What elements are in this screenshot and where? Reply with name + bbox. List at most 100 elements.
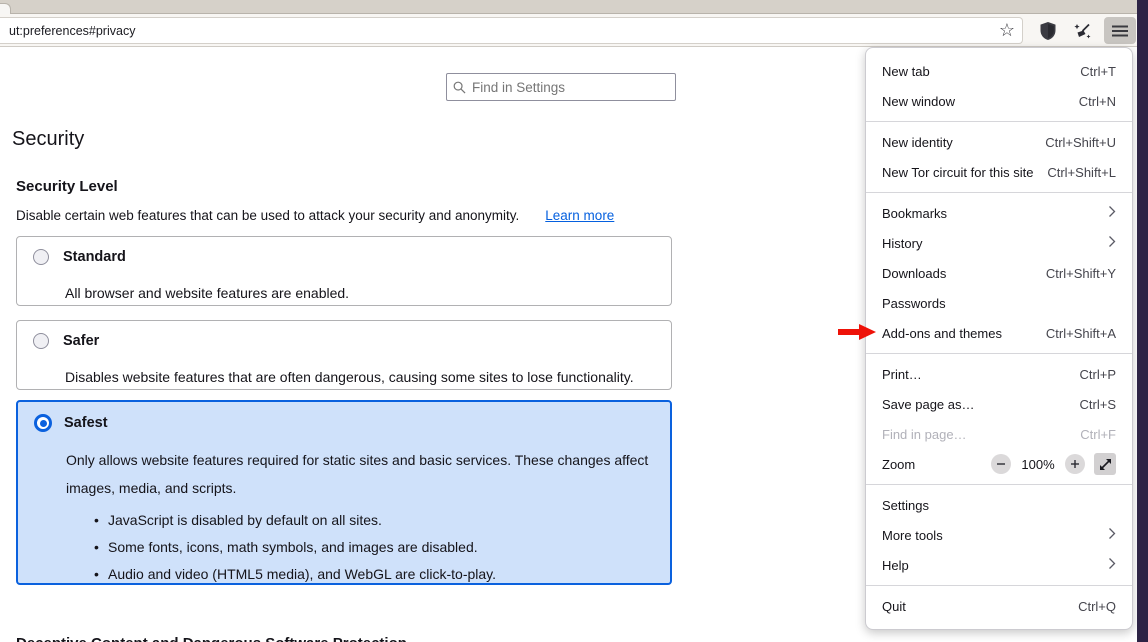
- menu-item-shortcut: Ctrl+S: [1080, 397, 1116, 412]
- browser-tab[interactable]: [0, 3, 11, 14]
- menu-item-label: New identity: [882, 135, 953, 150]
- plus-icon: [1070, 459, 1080, 469]
- bookmark-star-icon[interactable]: ☆: [992, 20, 1022, 41]
- menu-item-label: Find in page…: [882, 427, 967, 442]
- menu-item-shortcut: Ctrl+P: [1080, 367, 1116, 382]
- chevron-right-icon: [1108, 235, 1116, 248]
- menu-item-passwords[interactable]: Passwords: [866, 288, 1132, 318]
- navigation-toolbar: ut:preferences#privacy ☆: [0, 14, 1137, 47]
- menu-separator: [866, 353, 1132, 354]
- menu-item-label: Bookmarks: [882, 206, 947, 221]
- url-text[interactable]: ut:preferences#privacy: [0, 24, 992, 38]
- menu-item-more-tools[interactable]: More tools: [866, 520, 1132, 550]
- zoom-out-button[interactable]: [991, 454, 1011, 474]
- menu-item-shortcut: Ctrl+Shift+A: [1046, 326, 1116, 341]
- security-level-button[interactable]: [1033, 17, 1063, 44]
- menu-item-save-page-as[interactable]: Save page as… Ctrl+S: [866, 389, 1132, 419]
- menu-item-bookmarks[interactable]: Bookmarks: [866, 198, 1132, 228]
- option-card-safest[interactable]: Safest Only allows website features requi…: [16, 400, 672, 585]
- tab-strip: [0, 0, 1137, 14]
- menu-item-help[interactable]: Help: [866, 550, 1132, 580]
- zoom-controls: 100%: [991, 453, 1116, 475]
- menu-item-zoom[interactable]: Zoom 100%: [866, 449, 1132, 479]
- menu-separator: [866, 484, 1132, 485]
- settings-search[interactable]: [446, 73, 676, 101]
- menu-item-label: Save page as…: [882, 397, 975, 412]
- submenu-chevron: [1108, 205, 1116, 221]
- menu-item-shortcut: Ctrl+F: [1080, 427, 1116, 442]
- menu-item-new-tor-circuit-for-this-site[interactable]: New Tor circuit for this siteCtrl+Shift+…: [866, 157, 1132, 187]
- option-bullet: Some fonts, icons, math symbols, and ima…: [94, 534, 654, 561]
- option-description: All browser and website features are ena…: [65, 279, 651, 307]
- menu-item-label: New tab: [882, 64, 930, 79]
- option-card-standard[interactable]: Standard All browser and website features…: [16, 236, 672, 306]
- radio-safest[interactable]: [34, 414, 52, 432]
- menu-item-shortcut: Ctrl+Shift+Y: [1046, 266, 1116, 281]
- zoom-in-button[interactable]: [1065, 454, 1085, 474]
- menu-item-new-identity[interactable]: New identity Ctrl+Shift+U: [866, 127, 1132, 157]
- chevron-right-icon: [1108, 527, 1116, 540]
- new-identity-button[interactable]: [1068, 17, 1098, 44]
- option-label: Safer: [63, 333, 99, 349]
- menu-item-shortcut: Ctrl+Shift+U: [1045, 135, 1116, 150]
- section-title: Security Level: [16, 178, 118, 195]
- menu-item-history[interactable]: History: [866, 228, 1132, 258]
- submenu-chevron: [1108, 557, 1116, 573]
- search-input[interactable]: [472, 80, 669, 95]
- option-bullet-list: JavaScript is disabled by default on all…: [94, 507, 654, 588]
- menu-item-label: History: [882, 236, 922, 251]
- annotation-arrow: [838, 324, 876, 340]
- menu-item-shortcut: Ctrl+N: [1079, 94, 1116, 109]
- search-icon: [453, 81, 466, 94]
- radio-safer[interactable]: [33, 333, 49, 349]
- menu-item-new-tab[interactable]: New tab Ctrl+T: [866, 56, 1132, 86]
- url-bar[interactable]: ut:preferences#privacy ☆: [0, 17, 1023, 44]
- menu-item-shortcut: Ctrl+Shift+L: [1047, 165, 1116, 180]
- menu-item-settings[interactable]: Settings: [866, 490, 1132, 520]
- app-menu-panel: New tab Ctrl+T New window Ctrl+N New identit…: [865, 47, 1133, 630]
- menu-item-label: Zoom: [882, 457, 915, 472]
- chevron-right-icon: [1108, 205, 1116, 218]
- option-card-safer[interactable]: Safer Disables website features that are …: [16, 320, 672, 390]
- menu-item-shortcut: Ctrl+T: [1080, 64, 1116, 79]
- page-title: Security: [12, 128, 84, 151]
- menu-item-label: Passwords: [882, 296, 946, 311]
- menu-item-add-ons-and-themes[interactable]: Add-ons and themes Ctrl+Shift+A: [866, 318, 1132, 348]
- menu-separator: [866, 121, 1132, 122]
- menu-item-find-in-page: Find in page… Ctrl+F: [866, 419, 1132, 449]
- minus-icon: [996, 459, 1006, 469]
- option-label: Standard: [63, 249, 126, 265]
- fullscreen-button[interactable]: [1094, 453, 1116, 475]
- menu-item-quit[interactable]: QuitCtrl+Q: [866, 591, 1132, 621]
- section-description: Disable certain web features that can be…: [16, 208, 519, 223]
- option-label: Safest: [64, 415, 108, 431]
- radio-standard[interactable]: [33, 249, 49, 265]
- learn-more-link[interactable]: Learn more: [545, 208, 614, 223]
- menu-item-label: New window: [882, 94, 955, 109]
- submenu-chevron: [1108, 235, 1116, 251]
- menu-separator: [866, 585, 1132, 586]
- menu-item-label: Add-ons and themes: [882, 326, 1002, 341]
- menu-item-shortcut: Ctrl+Q: [1078, 599, 1116, 614]
- option-description: Only allows website features required fo…: [66, 446, 652, 502]
- zoom-value: 100%: [1020, 457, 1056, 472]
- menu-item-label: Settings: [882, 498, 929, 513]
- app-menu-button[interactable]: [1104, 17, 1136, 44]
- option-description: Disables website features that are often…: [65, 363, 651, 391]
- menu-item-print[interactable]: Print… Ctrl+P: [866, 359, 1132, 389]
- menu-item-new-window[interactable]: New window Ctrl+N: [866, 86, 1132, 116]
- browser-window: ut:preferences#privacy ☆: [0, 0, 1148, 642]
- menu-item-label: Downloads: [882, 266, 946, 281]
- menu-item-label: More tools: [882, 528, 943, 543]
- submenu-chevron: [1108, 527, 1116, 543]
- next-section-title: Deceptive Content and Dangerous Software…: [16, 635, 407, 642]
- menu-item-label: Help: [882, 558, 909, 573]
- menu-item-label: Print…: [882, 367, 922, 382]
- broom-icon: [1073, 21, 1093, 41]
- menu-separator: [866, 192, 1132, 193]
- desktop-edge: [1137, 0, 1148, 642]
- menu-item-downloads[interactable]: Downloads Ctrl+Shift+Y: [866, 258, 1132, 288]
- option-bullet: Audio and video (HTML5 media), and WebGL…: [94, 561, 654, 588]
- option-bullet: JavaScript is disabled by default on all…: [94, 507, 654, 534]
- chevron-right-icon: [1108, 557, 1116, 570]
